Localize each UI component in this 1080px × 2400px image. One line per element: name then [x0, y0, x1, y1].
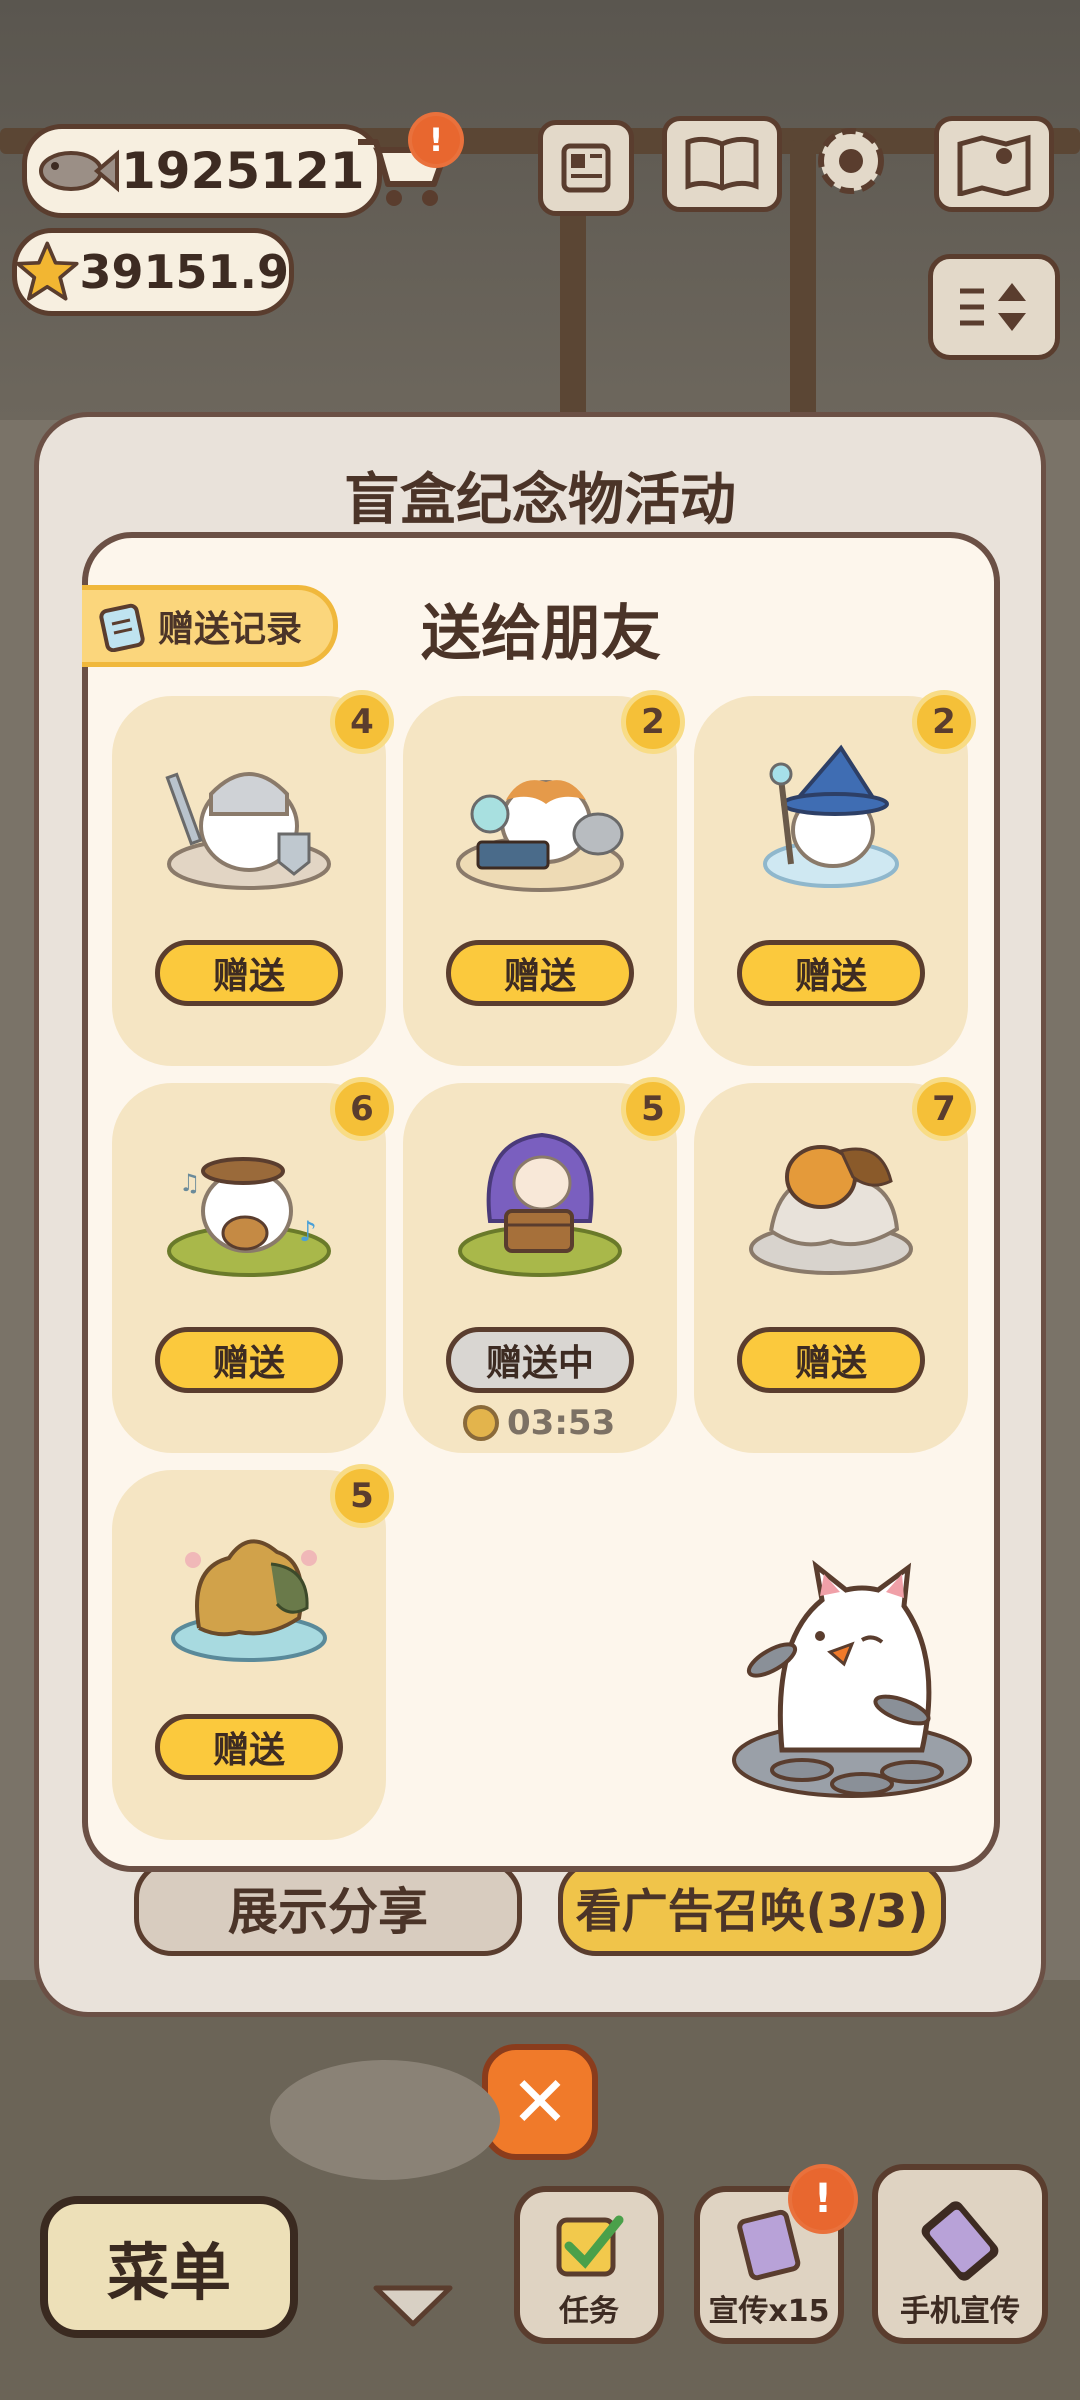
fish-amount: 1925121 [121, 142, 365, 200]
knight-cat-figure [165, 772, 331, 890]
gift-button[interactable]: 赠送 [155, 1327, 343, 1393]
item-count-badge: 4 [330, 690, 394, 754]
promo-alert-badge: ! [788, 2164, 858, 2234]
svg-text:♪: ♪ [299, 1215, 317, 1248]
scholar-cat-figure [456, 780, 624, 892]
checkbox-icon [556, 2215, 624, 2277]
gift-button[interactable]: 赠送 [155, 940, 343, 1006]
menu-button[interactable]: 菜单 [40, 2196, 298, 2338]
fish-currency: 1925121 [22, 124, 382, 218]
item-count-badge: 2 [621, 690, 685, 754]
sort-icon [960, 283, 1026, 331]
gift-timer-value: 03:53 [507, 1403, 616, 1443]
svg-text:♫: ♫ [179, 1169, 201, 1197]
share-label: 展示分享 [228, 1883, 428, 1941]
star-currency: 39151.9 [12, 228, 294, 316]
gift-timer: 03:53 [463, 1403, 615, 1443]
newspaper-button[interactable] [538, 120, 634, 216]
shop-alert-badge: ! [408, 112, 464, 168]
dragon-rider-cat-figure [749, 1145, 913, 1275]
item-count-badge: 5 [330, 1464, 394, 1528]
newspaper-icon [561, 143, 611, 193]
gift-button[interactable]: 赠送 [737, 940, 925, 1006]
souvenir-card-knight: 4 赠送 [112, 690, 394, 1066]
gifting-in-progress-button: 赠送中 [446, 1327, 634, 1393]
chevron-down-icon[interactable] [370, 2280, 456, 2330]
item-count-badge: 6 [330, 1077, 394, 1141]
phone-promo-button[interactable]: 手机宣传 [872, 2164, 1048, 2344]
souvenir-card-dragon-rider: 7 赠送 [694, 1077, 976, 1453]
souvenir-card-dragon: 5 赠送 [112, 1464, 394, 1840]
gift-button[interactable]: 赠送 [155, 1714, 343, 1780]
sort-toggle-button[interactable] [928, 254, 1060, 360]
promo-label: 宣传x15 [708, 2294, 830, 2329]
task-label: 任务 [559, 2294, 619, 2329]
map-icon [957, 134, 1031, 196]
clipboard-icon [99, 603, 145, 652]
cat-with-fish-illustration [732, 1560, 972, 1798]
phone-promo-label: 手机宣传 [900, 2294, 1020, 2329]
gift-button[interactable]: 赠送 [737, 1327, 925, 1393]
fish-icon [39, 149, 119, 193]
palette-decoration [270, 2060, 500, 2180]
menu-label: 菜单 [106, 2236, 231, 2309]
bard-cat-figure: ♪ ♫ [167, 1157, 331, 1277]
phone-icon [921, 2201, 999, 2281]
book-icon [685, 136, 759, 191]
watch-ad-button[interactable]: 看广告召唤(3/3) [558, 1860, 946, 1956]
star-amount: 39151.9 [79, 245, 289, 299]
settings-button[interactable] [808, 118, 894, 204]
item-count-badge: 2 [912, 690, 976, 754]
close-icon: ✕ [510, 2061, 570, 2143]
event-title: 盲盒纪念物活动 [344, 468, 736, 533]
souvenir-card-scholar: 2 赠送 [403, 690, 685, 1066]
golden-dragon-figure [171, 1539, 327, 1662]
treasure-cat-figure [458, 1132, 622, 1277]
gift-record-label: 赠送记录 [158, 609, 303, 650]
task-button[interactable]: 任务 [514, 2186, 664, 2344]
gift-button[interactable]: 赠送 [446, 940, 634, 1006]
gift-record-button[interactable]: 赠送记录 [82, 585, 338, 667]
share-button[interactable]: 展示分享 [134, 1860, 522, 1956]
item-count-badge: 7 [912, 1077, 976, 1141]
souvenir-card-bard: ♪ ♫ 6 赠送 [112, 1077, 394, 1453]
watch-ad-label: 看广告召唤(3/3) [575, 1884, 929, 1938]
souvenir-card-treasure: 5 赠送中 03:53 [403, 1077, 685, 1453]
map-button[interactable] [934, 116, 1054, 212]
item-count-badge: 5 [621, 1077, 685, 1141]
catbook-button[interactable] [662, 116, 782, 212]
star-icon [15, 241, 79, 301]
clock-icon [463, 1405, 499, 1441]
souvenir-card-wizard: 2 赠送 [694, 690, 976, 1066]
gear-icon [818, 128, 884, 194]
wizard-cat-figure [763, 744, 899, 888]
close-button[interactable]: ✕ [482, 2044, 598, 2160]
promo-button[interactable]: 宣传x15 ! [694, 2164, 858, 2344]
shop-cart-button[interactable]: ! [350, 112, 464, 212]
